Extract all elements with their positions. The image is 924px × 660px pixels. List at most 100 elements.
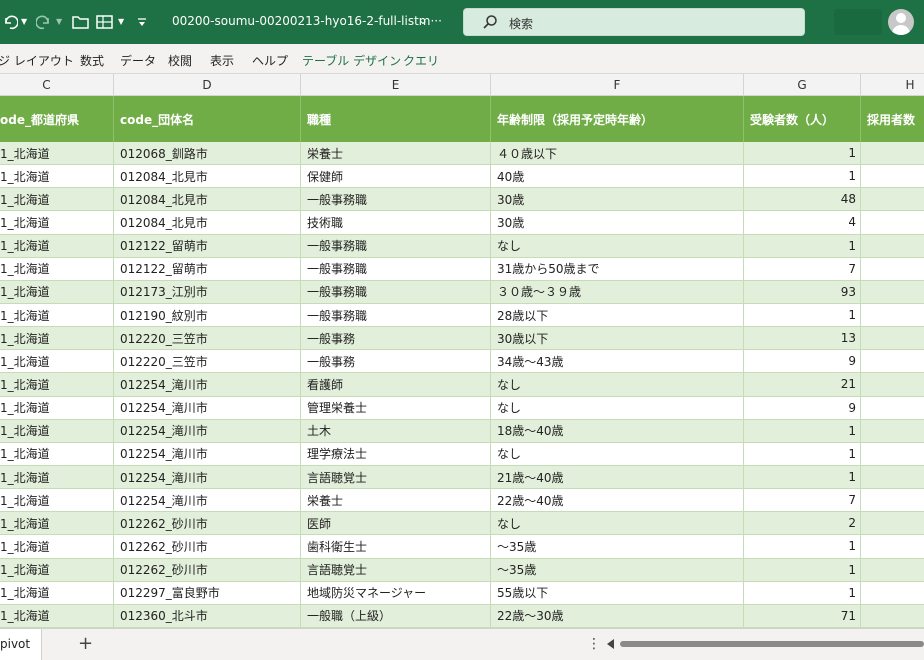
table-layout-icon[interactable]	[96, 11, 114, 33]
table-cell[interactable]	[861, 327, 924, 351]
table-cell[interactable]: 看護師	[301, 373, 491, 397]
table-cell[interactable]: 1_北海道	[0, 535, 114, 559]
table-cell[interactable]: 31歳から50歳まで	[491, 257, 744, 281]
ribbon-tab[interactable]: ジ レイアウト	[0, 52, 74, 69]
avatar[interactable]	[888, 9, 914, 35]
table-cell[interactable]: 40歳	[491, 165, 744, 189]
column-header-e[interactable]: E	[301, 74, 491, 96]
table-cell[interactable]: 012254_滝川市	[114, 419, 301, 443]
folder-open-icon[interactable]	[72, 11, 90, 33]
table-cell[interactable]: 7	[744, 489, 861, 513]
filename-chevron-down-icon[interactable]: ⌄	[418, 13, 428, 27]
table-cell[interactable]: 1_北海道	[0, 304, 114, 328]
table-cell[interactable]: 1	[744, 466, 861, 490]
table-cell[interactable]	[861, 258, 924, 281]
table-cell[interactable]: 012190_紋別市	[114, 304, 301, 328]
undo-icon[interactable]	[2, 11, 18, 33]
table-cell[interactable]: 栄養士	[301, 489, 491, 513]
table-cell[interactable]: 一般事務職	[301, 280, 491, 304]
table-cell[interactable]: 1_北海道	[0, 165, 114, 189]
table-cell[interactable]: 1_北海道	[0, 327, 114, 351]
table-cell[interactable]: 012254_滝川市	[114, 373, 301, 397]
customize-toolbar-icon[interactable]	[136, 11, 148, 33]
table-cell[interactable]: 48	[744, 188, 861, 212]
table-cell[interactable]: 012220_三笠市	[114, 350, 301, 374]
table-cell[interactable]: 1_北海道	[0, 373, 114, 397]
table-cell[interactable]: 1	[744, 419, 861, 443]
table-cell[interactable]: 18歳～40歳	[491, 419, 744, 443]
table-cell[interactable]: 管理栄養士	[301, 396, 491, 420]
ribbon-tab[interactable]: テーブル デザイン	[302, 52, 401, 69]
table-cell[interactable]: ３０歳～３９歳	[491, 280, 744, 304]
table-cell[interactable]: 地域防災マネージャー	[301, 581, 491, 605]
table-header-cell[interactable]: 職種	[301, 96, 491, 142]
table-cell[interactable]	[861, 559, 924, 582]
table-cell[interactable]: 22歳～40歳	[491, 489, 744, 513]
table-cell[interactable]	[861, 350, 924, 374]
ribbon-tab[interactable]: 校閲	[168, 52, 192, 69]
table-cell[interactable]	[861, 304, 924, 328]
table-cell[interactable]: 30歳	[491, 211, 744, 235]
ribbon-tab[interactable]: 表示	[210, 52, 234, 69]
table-cell[interactable]: 1	[744, 165, 861, 189]
table-cell[interactable]: 言語聴覚士	[301, 466, 491, 490]
table-cell[interactable]: 1_北海道	[0, 512, 114, 536]
table-cell[interactable]: 55歳以下	[491, 581, 744, 605]
table-cell[interactable]: 1_北海道	[0, 581, 114, 605]
table-cell[interactable]: 93	[744, 280, 861, 304]
table-cell[interactable]: 012262_砂川市	[114, 558, 301, 582]
table-cell[interactable]: なし	[491, 396, 744, 420]
table-cell[interactable]: 保健師	[301, 165, 491, 189]
table-cell[interactable]: 一般事務	[301, 327, 491, 351]
table-cell[interactable]: 012262_砂川市	[114, 512, 301, 536]
table-cell[interactable]: 30歳	[491, 188, 744, 212]
table-cell[interactable]: 012254_滝川市	[114, 442, 301, 466]
table-cell[interactable]	[861, 281, 924, 304]
table-cell[interactable]: 1	[744, 442, 861, 466]
ribbon-tab[interactable]: 数式	[80, 52, 104, 69]
column-header-g[interactable]: G	[744, 74, 861, 96]
table-header-cell[interactable]: 採用者数	[861, 96, 924, 142]
table-cell[interactable]	[861, 489, 924, 513]
table-cell[interactable]: 012173_江別市	[114, 280, 301, 304]
table-cell[interactable]: 1_北海道	[0, 211, 114, 235]
redo-icon[interactable]	[36, 11, 52, 33]
table-cell[interactable]: 医師	[301, 512, 491, 536]
more-options-icon[interactable]: ⋮	[587, 636, 601, 652]
table-header-cell[interactable]: 年齢制限（採用予定時年齢）	[491, 96, 744, 142]
table-cell[interactable]: 歯科衛生士	[301, 535, 491, 559]
table-cell[interactable]	[861, 165, 924, 189]
table-cell[interactable]: 13	[744, 327, 861, 351]
table-cell[interactable]: 1_北海道	[0, 558, 114, 582]
file-name[interactable]: 00200-soumu-00200213-hyo16-2-full-listm·…	[172, 14, 442, 28]
table-cell[interactable]: ～35歳	[491, 535, 744, 559]
table-cell[interactable]: 28歳以下	[491, 304, 744, 328]
table-cell[interactable]	[861, 582, 924, 605]
table-cell[interactable]: 7	[744, 257, 861, 281]
table-header-cell[interactable]: code_団体名	[114, 96, 301, 142]
table-cell[interactable]: 1_北海道	[0, 280, 114, 304]
table-cell[interactable]: 1_北海道	[0, 350, 114, 374]
table-cell[interactable]: 012360_北斗市	[114, 604, 301, 628]
table-cell[interactable]: 栄養士	[301, 142, 491, 166]
column-header-c[interactable]: C	[0, 74, 114, 96]
table-cell[interactable]: ４０歳以下	[491, 142, 744, 166]
table-cell[interactable]: ～35歳	[491, 558, 744, 582]
search-box[interactable]: 検索	[463, 8, 805, 36]
table-cell[interactable]: 1_北海道	[0, 604, 114, 628]
redo-dropdown-icon[interactable]: ▼	[56, 17, 62, 26]
table-cell[interactable]: 1_北海道	[0, 234, 114, 258]
table-cell[interactable]: 1	[744, 558, 861, 582]
table-cell[interactable]: なし	[491, 234, 744, 258]
table-cell[interactable]: 土木	[301, 419, 491, 443]
table-cell[interactable]: 1_北海道	[0, 188, 114, 212]
add-sheet-button[interactable]: +	[78, 633, 93, 654]
table-cell[interactable]: 技術職	[301, 211, 491, 235]
table-cell[interactable]	[861, 535, 924, 559]
table-cell[interactable]	[861, 443, 924, 466]
scroll-left-arrow-icon[interactable]	[607, 639, 614, 649]
column-header-f[interactable]: F	[491, 74, 744, 96]
table-cell[interactable]: 一般事務職	[301, 234, 491, 258]
table-cell[interactable]: 30歳以下	[491, 327, 744, 351]
account-area[interactable]	[834, 9, 882, 35]
